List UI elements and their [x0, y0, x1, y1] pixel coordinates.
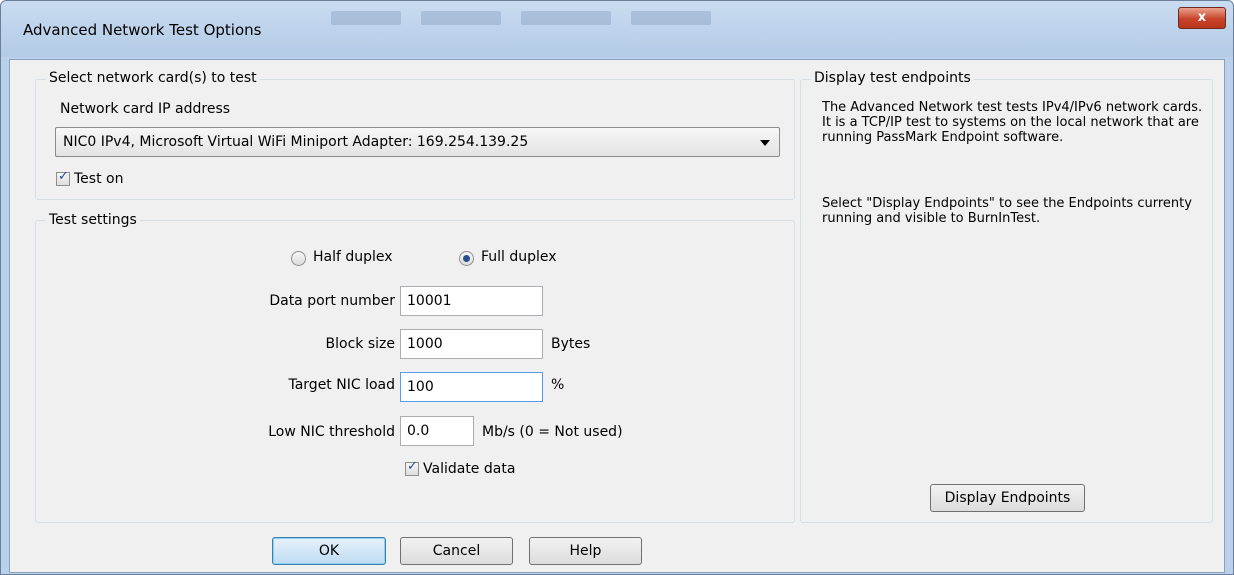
background-ghost — [331, 11, 401, 25]
display-endpoints-button[interactable]: Display Endpoints — [930, 484, 1085, 512]
test-on-label[interactable]: Test on — [74, 171, 123, 187]
full-duplex-label[interactable]: Full duplex — [481, 249, 557, 265]
test-settings-group-legend: Test settings — [46, 212, 140, 228]
chevron-down-icon — [760, 140, 770, 146]
window-title: Advanced Network Test Options — [23, 21, 262, 39]
full-duplex-radio[interactable] — [459, 251, 474, 266]
low-nic-threshold-unit: Mb/s (0 = Not used) — [482, 424, 623, 440]
close-button[interactable]: x — [1178, 7, 1226, 29]
checkmark-icon: ✓ — [407, 459, 418, 474]
block-size-unit: Bytes — [551, 336, 591, 352]
target-nic-load-label: Target NIC load — [288, 377, 395, 393]
endpoints-group-legend: Display test endpoints — [811, 70, 974, 86]
network-card-ip-label: Network card IP address — [60, 101, 231, 117]
endpoints-description: The Advanced Network test tests IPv4/IPv… — [822, 100, 1203, 145]
network-card-selected-value: NIC0 IPv4, Microsoft Virtual WiFi Minipo… — [63, 134, 529, 150]
block-size-label: Block size — [325, 336, 395, 352]
data-port-input[interactable]: 10001 — [400, 286, 543, 316]
background-ghost — [421, 11, 501, 25]
validate-data-checkbox[interactable]: ✓ — [405, 459, 419, 476]
background-ghost — [521, 11, 611, 25]
ok-button[interactable]: OK — [272, 537, 386, 565]
block-size-input[interactable]: 1000 — [400, 329, 543, 359]
validate-data-label[interactable]: Validate data — [423, 461, 515, 477]
background-ghost — [631, 11, 711, 25]
dialog-client-area: Select network card(s) to test Network c… — [9, 59, 1225, 573]
close-icon: x — [1197, 10, 1207, 25]
low-nic-threshold-label: Low NIC threshold — [268, 424, 395, 440]
cancel-button[interactable]: Cancel — [400, 537, 513, 565]
low-nic-threshold-input[interactable]: 0.0 — [400, 416, 474, 446]
help-button[interactable]: Help — [529, 537, 642, 565]
data-port-label: Data port number — [269, 293, 395, 309]
target-nic-load-input[interactable]: 100 — [400, 372, 543, 402]
network-card-group-legend: Select network card(s) to test — [46, 70, 260, 86]
target-nic-load-unit: % — [551, 377, 565, 393]
endpoints-instructions: Select "Display Endpoints" to see the En… — [822, 196, 1192, 226]
radio-selected-dot — [463, 255, 470, 262]
endpoints-group — [800, 79, 1213, 523]
title-bar[interactable]: Advanced Network Test Options x — [1, 1, 1233, 57]
test-on-checkbox[interactable]: ✓ — [56, 169, 70, 186]
half-duplex-label[interactable]: Half duplex — [313, 249, 393, 265]
dialog-window: Advanced Network Test Options x Select n… — [0, 0, 1234, 575]
checkmark-icon: ✓ — [58, 169, 69, 184]
network-card-select[interactable]: NIC0 IPv4, Microsoft Virtual WiFi Minipo… — [55, 127, 780, 157]
half-duplex-radio[interactable] — [291, 251, 306, 266]
